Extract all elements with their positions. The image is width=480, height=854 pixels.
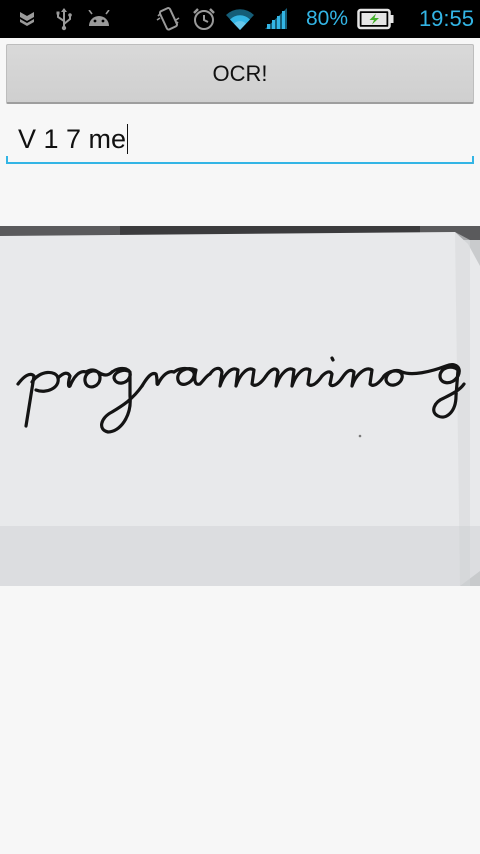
ocr-button[interactable]: OCR!: [6, 44, 474, 104]
alarm-clock-icon: [190, 0, 218, 38]
text-cursor: [127, 124, 129, 154]
captured-photo: [0, 226, 480, 586]
android-icon: [86, 0, 112, 38]
signal-icon: [262, 0, 290, 38]
ocr-result-field[interactable]: V 1 7 me: [6, 114, 474, 164]
usb-icon: [52, 0, 76, 38]
battery-percent: 80%: [305, 7, 348, 30]
battery-charging-icon: [356, 0, 396, 38]
clock: 19:55: [418, 6, 474, 31]
shield-chevron-icon: [14, 0, 40, 38]
wifi-icon: [224, 0, 256, 38]
photo-scene: [0, 226, 480, 586]
vibrate-icon: [154, 0, 182, 38]
status-bar: 80% 19:55: [0, 0, 480, 38]
ocr-result-text: V 1 7 me: [18, 124, 129, 154]
